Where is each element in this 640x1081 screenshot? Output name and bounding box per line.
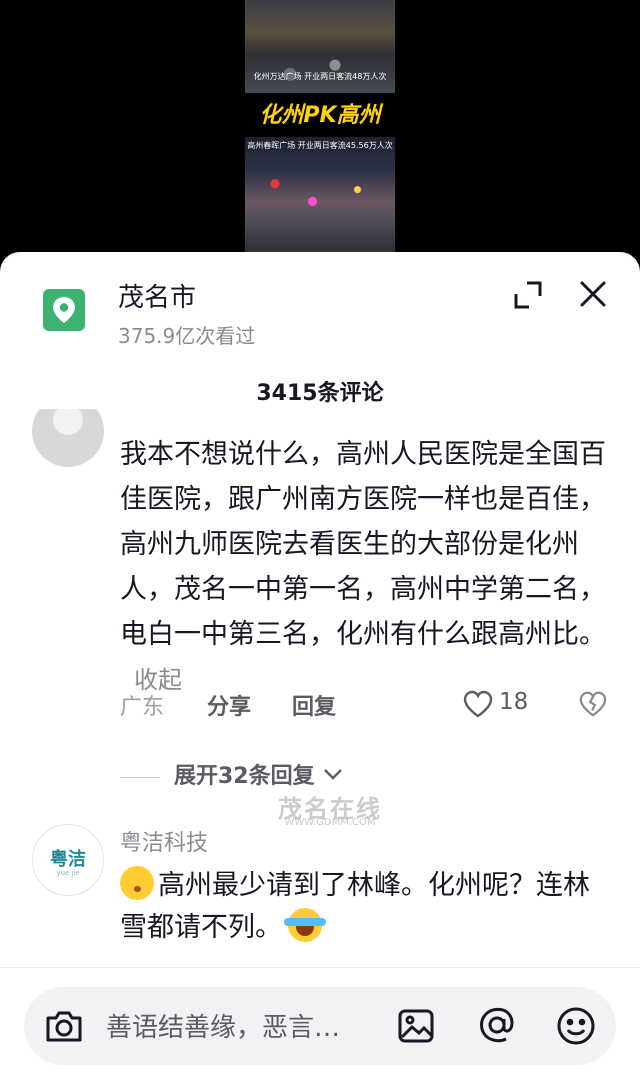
laughing-tears-emoji-icon [284,908,326,942]
video-caption-bottom: 高州春晖广场 开业两日客流45.56万人次 [247,141,393,150]
comment-region: 广东 [120,695,165,720]
chevron-down-icon [324,769,343,780]
emoji-icon[interactable] [555,1005,597,1051]
expand-icon[interactable] [513,280,543,310]
camera-icon[interactable] [44,1007,84,1049]
image-icon[interactable] [397,1007,435,1049]
like-count: 18 [499,689,529,715]
video-frame-bottom: 高州春晖广场 开业两日客流45.56万人次 [245,137,395,254]
location-name[interactable]: 茂名市 [118,277,196,314]
comment-placeholder: 善语结善缘，恶言… [106,1013,341,1043]
comment-count: 3415条评论 [256,381,384,406]
reply-button[interactable]: 回复 [292,689,336,721]
comment-input[interactable]: 善语结善缘，恶言… [24,987,616,1065]
video-frame-top: 化州万达广场 开业两日客流48万人次 [245,0,395,93]
watermark-url: WWW.GDMM.COM [284,817,376,828]
location-pin-icon[interactable] [43,289,85,331]
expand-replies-button[interactable]: 展开32条回复 [120,758,344,790]
video-caption-top: 化州万达广场 开业两日客流48万人次 [253,72,387,81]
comment-input-bar: 善语结善缘，恶言… [0,967,640,1081]
share-button[interactable]: 分享 [207,689,251,721]
location-views: 375.9亿次看过 [118,324,256,348]
video-area[interactable]: 化州万达广场 开业两日客流48万人次 化州PK高州 高州春晖广场 开业两日客流4… [0,0,640,262]
comment-text: 我本不想说什么，高州人民医院是全国百佳医院，跟广州南方医院一样也是百佳，高州九师… [120,432,610,703]
comments-sheet: 茂名市 375.9亿次看过 3415条评论 我本不想说什么，高州人民医院是全国百… [0,252,640,1081]
mention-icon[interactable] [476,1004,518,1050]
broken-heart-icon[interactable] [579,690,607,722]
avatar[interactable] [32,409,104,467]
avatar-brand-sub: yue jie [56,869,80,877]
kiss-emoji-icon [120,866,154,900]
comment-body: 我本不想说什么，高州人民医院是全国百佳医院，跟广州南方医院一样也是百佳，高州九师… [120,439,606,650]
video-overlay-title: 化州PK高州 [259,103,381,128]
comment-username[interactable]: 粤洁科技 [120,825,208,857]
close-icon[interactable] [577,278,609,310]
heart-icon[interactable] [463,690,493,722]
comment-body: 高州最少请到了林峰。化州呢？连林雪都请不列。 [120,870,590,943]
avatar[interactable]: 粤洁 yue jie [32,824,104,896]
avatar-brand-text: 粤洁 [50,849,86,870]
expand-replies-label: 展开32条回复 [174,764,315,789]
comment-text: 高州最少请到了林峰。化州呢？连林雪都请不列。 [120,865,610,949]
